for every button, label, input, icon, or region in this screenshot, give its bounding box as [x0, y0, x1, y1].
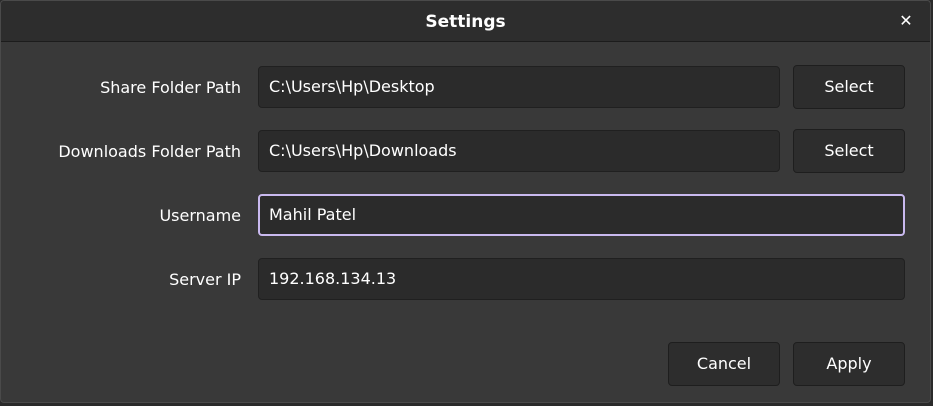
share-folder-label: Share Folder Path [100, 78, 241, 97]
apply-button[interactable]: Apply [793, 342, 905, 386]
dialog-title: Settings [425, 12, 506, 32]
share-folder-input[interactable]: C:\Users\Hp\Desktop [258, 66, 780, 108]
downloads-folder-label: Downloads Folder Path [58, 142, 241, 161]
title-bar: Settings ✕ [1, 1, 930, 42]
server-ip-label: Server IP [169, 270, 241, 289]
close-icon[interactable]: ✕ [896, 9, 916, 33]
username-label: Username [159, 206, 241, 225]
cancel-button[interactable]: Cancel [668, 342, 780, 386]
share-folder-select-button[interactable]: Select [793, 65, 905, 109]
downloads-folder-select-button[interactable]: Select [793, 129, 905, 173]
settings-dialog: Settings ✕ Share Folder Path C:\Users\Hp… [0, 0, 931, 403]
server-ip-input[interactable]: 192.168.134.13 [258, 258, 905, 300]
username-input[interactable]: Mahil Patel [258, 194, 905, 236]
downloads-folder-input[interactable]: C:\Users\Hp\Downloads [258, 130, 780, 172]
